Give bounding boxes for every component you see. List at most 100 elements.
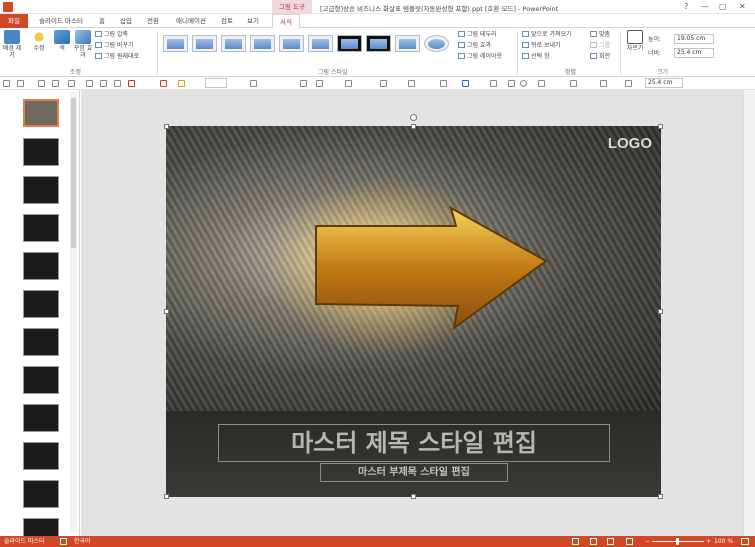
start-slideshow-icon[interactable] (52, 80, 59, 87)
align-objects-icon[interactable] (600, 80, 607, 87)
compress-pictures-button[interactable]: 그림 압축 (95, 31, 128, 39)
fit-to-window-icon[interactable] (741, 538, 749, 545)
slide-thumbnail[interactable] (23, 176, 59, 204)
change-picture-button[interactable]: 그림 바꾸기 (95, 42, 134, 50)
picture-style-9[interactable] (395, 35, 420, 52)
callout-icon[interactable] (570, 80, 577, 87)
scrollbar-thumb[interactable] (71, 98, 76, 248)
corrections-button[interactable]: 수정 (27, 30, 51, 52)
undo-icon[interactable] (17, 80, 24, 87)
reset-icon[interactable] (100, 80, 107, 87)
slide-thumbnail[interactable] (23, 480, 59, 508)
crop-button[interactable]: 자르기 (624, 30, 646, 52)
width-field[interactable]: 25.4 cm (674, 48, 714, 58)
picture-style-5[interactable] (279, 35, 304, 52)
picture-icon[interactable] (345, 80, 352, 87)
tab-home[interactable]: 홈 (93, 14, 111, 28)
slide-thumbnail[interactable] (23, 138, 59, 166)
right-arrow-shape-icon[interactable] (538, 80, 545, 87)
selection-handle[interactable] (658, 494, 663, 499)
text-direction-icon[interactable] (250, 80, 257, 87)
picture-layout-button[interactable]: 그림 레이아웃 (458, 53, 502, 61)
tab-view[interactable]: 보기 (242, 14, 264, 28)
picture-style-10[interactable] (424, 35, 449, 52)
tab-review[interactable]: 검토 (216, 14, 238, 28)
thumbnail-scrollbar[interactable] (70, 92, 77, 532)
remove-background-button[interactable]: 배경 제거 (2, 30, 22, 59)
shape-outline-icon[interactable] (178, 80, 185, 87)
slide-master-title[interactable]: 마스터 제목 스타일 편집 (218, 424, 610, 462)
picture-style-8[interactable] (366, 35, 391, 52)
background-picture[interactable]: LOGO (166, 126, 661, 411)
shape-fill-icon[interactable] (160, 80, 167, 87)
selection-handle[interactable] (164, 494, 169, 499)
picture-style-1[interactable] (163, 35, 188, 52)
height-field[interactable]: 19.05 cm (674, 34, 714, 44)
slide-thumbnail[interactable] (23, 214, 59, 242)
slide-thumbnail[interactable] (23, 442, 59, 470)
reading-view-icon[interactable] (607, 538, 614, 545)
tab-file[interactable]: 파일 (0, 14, 28, 28)
slide-thumbnail[interactable] (23, 252, 59, 280)
redo-icon[interactable] (38, 80, 45, 87)
slide-thumbnail[interactable] (23, 366, 59, 394)
selection-handle[interactable] (164, 309, 169, 314)
align-button[interactable]: 맞춤 (590, 31, 610, 39)
status-language[interactable]: 한국어 (74, 536, 91, 547)
artistic-effects-button[interactable]: 꾸밈 효과 (73, 30, 93, 59)
selection-handle[interactable] (411, 494, 416, 499)
eyedropper-icon[interactable] (380, 80, 387, 87)
font-color-icon[interactable] (440, 80, 447, 87)
slide-master-subtitle[interactable]: 마스터 부제목 스타일 편집 (320, 463, 508, 482)
send-backward-button[interactable]: 뒤로 보내기 (522, 42, 561, 50)
rectangle-icon[interactable] (490, 80, 497, 87)
font-size-field[interactable] (205, 78, 227, 88)
quick-width-field[interactable]: 25.4 cm (645, 78, 683, 88)
line-weight-icon[interactable] (408, 80, 415, 87)
bring-forward-button[interactable]: 앞으로 가져오기 (522, 31, 572, 39)
help-icon[interactable]: ? (684, 2, 688, 11)
tab-format[interactable]: 서식 (272, 14, 300, 29)
slide-thumbnail[interactable] (23, 290, 59, 318)
minimize-button[interactable]: — (701, 2, 709, 11)
normal-view-icon[interactable] (572, 538, 579, 545)
zoom-level[interactable]: 100 % (714, 536, 733, 547)
save-icon[interactable] (3, 80, 10, 87)
tab-slide-master[interactable]: 슬라이드 마스터 (33, 14, 89, 28)
close-button[interactable]: ✕ (739, 2, 746, 11)
selection-pane-button[interactable]: 선택 창 (522, 53, 549, 61)
oval-icon[interactable] (520, 80, 527, 87)
picture-style-6[interactable] (308, 35, 333, 52)
slide-master-layout[interactable]: LOGO 마스터 제목 스타일 편집 마스터 부제목 스타일 편집 (166, 126, 661, 497)
picture-effects-button[interactable]: 그림 효과 (458, 42, 491, 50)
section-icon[interactable] (114, 80, 121, 87)
font-color-a-icon[interactable] (462, 80, 469, 87)
spelling-icon[interactable] (60, 538, 67, 545)
slide-sorter-icon[interactable] (590, 538, 597, 545)
delete-icon[interactable] (128, 80, 135, 87)
line-icon[interactable] (300, 80, 307, 87)
zoom-slider-thumb[interactable] (676, 538, 679, 545)
tab-insert[interactable]: 삽입 (115, 14, 137, 28)
picture-style-4[interactable] (250, 35, 275, 52)
rounded-rectangle-icon[interactable] (508, 80, 515, 87)
zoom-in-icon[interactable]: + (706, 536, 711, 547)
rotate-button[interactable]: 회전 (590, 53, 610, 61)
picture-border-button[interactable]: 그림 테두리 (458, 31, 497, 39)
crop-quick-icon[interactable] (625, 80, 632, 87)
arrow-line-icon[interactable] (316, 80, 323, 87)
tab-transitions[interactable]: 전환 (141, 14, 165, 28)
new-slide-icon[interactable] (68, 80, 75, 87)
slide-thumbnail[interactable] (23, 518, 59, 536)
color-button[interactable]: 색 (52, 30, 72, 52)
group-button[interactable]: 그룹 (590, 42, 610, 50)
tab-animations[interactable]: 애니메이션 (170, 14, 212, 28)
canvas-scrollbar[interactable] (743, 90, 755, 536)
picture-style-7[interactable] (337, 35, 362, 52)
maximize-button[interactable]: ▢ (719, 2, 727, 11)
slide-thumbnail[interactable] (23, 328, 59, 356)
slide-thumbnail[interactable] (23, 99, 59, 127)
slide-thumbnail[interactable] (23, 404, 59, 432)
reset-picture-button[interactable]: 그림 원래대로 (95, 53, 139, 61)
zoom-out-icon[interactable]: − (645, 536, 650, 547)
